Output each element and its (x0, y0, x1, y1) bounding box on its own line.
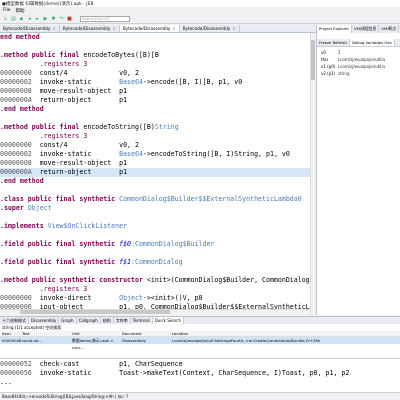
bottom-tabs: 十六进制格式 Disassembly Graph Callgraph 结构 字符… (0, 316, 400, 324)
menu-bar: File 帮助 (0, 7, 400, 14)
code-line: 00000052 check-cast p1, CharSequence (0, 360, 183, 368)
code-line: end method (0, 33, 40, 41)
variable-row[interactable]: this Lcom/zj/wuaipojie/util/u (318, 56, 400, 63)
code-line: 00000000 const/4 v0, 2 (0, 69, 139, 77)
forward-icon[interactable]: ▸ (34, 15, 41, 22)
variables-tabs: Freeze Refresh Debug Variables Ove (317, 39, 400, 47)
save-icon[interactable]: ▪ (18, 15, 25, 22)
code-line: .registers 3 (0, 60, 88, 68)
code-line: .method public final encodeToString([B)S… (0, 123, 179, 131)
menu-help[interactable]: 帮助 (16, 8, 25, 14)
code-line: 00000000 invoke-direct Object-><init>()V… (0, 294, 203, 302)
toolbar: ▫ ▤ ▪ ◂ ▸ ▶ ✱ ↷ ■ Search [Ctrl+F] (0, 14, 400, 24)
editor-tab-4[interactable]: Bytecode/Disassembly × (179, 25, 240, 32)
tab-vm-breakpoints[interactable]: VM/断点 (379, 25, 400, 33)
code-line: 00000002 invoke-static Base64->encode([B… (0, 78, 243, 86)
tab-freeze-refresh[interactable]: Freeze Refresh (317, 39, 350, 46)
run-icon[interactable]: ▶ (42, 15, 49, 22)
code-line: 00000008 move-result-object p1 (0, 159, 128, 167)
code-line-selected: 0000000A return-object p1 (0, 168, 310, 177)
code-line: 00000000 const/4 v0, 2 (0, 141, 139, 149)
right-panel-tabs: Project Explorer VM/线程信息 VM/断点 (317, 25, 400, 33)
code-line: .field public final synthetic f$0:Common… (0, 240, 215, 248)
close-icon[interactable]: × (112, 25, 115, 32)
menu-file[interactable]: File (3, 8, 11, 13)
back-icon[interactable]: ◂ (26, 15, 33, 22)
variables-list: v0 2 this Lcom/zj/wuaipojie/util/u v1 (p0)… (318, 49, 400, 77)
tab-sub-disassembly[interactable]: Disassembly (29, 317, 60, 324)
tab-debug-variables[interactable]: Debug Variables Ove (349, 39, 395, 46)
search-input[interactable]: Search [Ctrl+F] (80, 15, 130, 22)
close-icon[interactable]: × (232, 25, 235, 32)
variable-row[interactable]: v1 (p0) Lcom/zj/wuaipojie/util/u (318, 63, 400, 70)
tab-sub-hex[interactable]: 十六进制格式 (0, 317, 29, 324)
code-line: .method public synthetic constructor <in… (0, 276, 310, 284)
code-line: ... (0, 378, 12, 386)
tab-vm-threads[interactable]: VM/线程信息 (352, 25, 380, 33)
scrollbar-thumb[interactable] (20, 310, 170, 314)
tab-quick-search[interactable]: Quick Search (152, 317, 184, 324)
code-line: .end method (0, 177, 44, 185)
code-line: .implements View$OnClickListener (0, 222, 128, 230)
close-icon[interactable]: × (53, 25, 56, 32)
window-title: ●模型数据 归属数据(demo)(演示).apk - JEB (2, 1, 94, 7)
code-editor[interactable]: end method .method public final encodeTo… (0, 33, 310, 315)
tab-sub-graph[interactable]: Graph (59, 317, 77, 324)
code-line: 00000008 move-result-object p1 (0, 87, 128, 95)
tab-project-explorer[interactable]: Project Explorer (317, 25, 353, 33)
code-line: .super Object (0, 204, 52, 212)
code-line: .end method (0, 105, 44, 113)
editor-tab-1[interactable]: Bytecode/Disassembly × (0, 25, 60, 32)
tab-sub-structure[interactable]: 结构 (101, 317, 114, 324)
code-line: 0000000A return-object p1 (0, 96, 128, 104)
debug-icon[interactable]: ✱ (50, 15, 57, 22)
code-line: 00000056 invoke-static Toast->makeText(C… (0, 369, 350, 377)
tab-sub-strings[interactable]: 字符串 (114, 317, 131, 324)
code-line: 00000002 invoke-static Base64->encodeToS… (0, 150, 290, 158)
code-line: .method public final encodeToBytes([B)[B (0, 51, 159, 59)
step-icon[interactable]: ↷ (58, 15, 65, 22)
code-line: .field public final synthetic f$1:Common… (0, 258, 183, 266)
lower-disassembly[interactable]: 00000052 check-cast p1, CharSequence 000… (0, 358, 400, 392)
editor-tab-2[interactable]: Bytecode/Disassembly × (59, 25, 120, 32)
code-line: .registers 3 (0, 132, 88, 140)
table-row[interactable]: 00000046 const-str... 数据demo(演示).apk > c… (0, 337, 400, 350)
tab-sub-callgraph[interactable]: Callgraph (77, 317, 101, 324)
code-line: .registers 3 (0, 285, 88, 293)
title-bar: ●模型数据 归属数据(demo)(演示).apk - JEB (0, 0, 400, 7)
stop-icon[interactable]: ■ (66, 15, 73, 22)
editor-tab-3[interactable]: Bytecode/Disassembly × (119, 25, 180, 32)
status-bar: Base64Utils;->encodeToString([B)Ljava/la… (0, 392, 400, 400)
scrollbar-thumb[interactable] (311, 40, 315, 80)
variable-row[interactable]: v0 2 (318, 49, 400, 56)
editor-tabs: Bytecode/Disassembly × Bytecode/Disassemb… (0, 25, 316, 33)
close-icon[interactable]: × (172, 25, 175, 32)
tab-terminal[interactable]: Terminal (131, 317, 153, 324)
new-icon[interactable]: ▫ (2, 15, 9, 22)
code-line: .class public final synthetic CommonDial… (0, 195, 302, 203)
variable-row[interactable]: v2 (p1) string (318, 70, 400, 77)
open-icon[interactable]: ▤ (10, 15, 17, 22)
